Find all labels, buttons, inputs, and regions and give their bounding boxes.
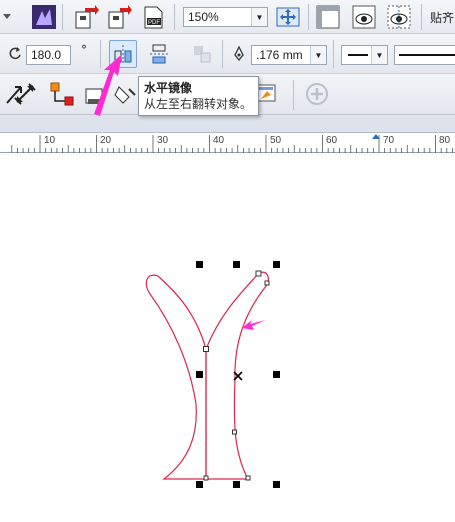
mirror-vertical-button[interactable] xyxy=(145,40,173,68)
full-screen-preview-icon[interactable] xyxy=(274,3,302,31)
guidelines-icon[interactable] xyxy=(385,3,413,31)
outline-width-combo[interactable]: .176 mm ▼ xyxy=(251,45,327,65)
property-bar: 180.0 ° .176 mm ▼ ▼ xyxy=(0,34,455,74)
mirror-vertical-icon xyxy=(150,44,168,64)
zoom-level-combo[interactable]: 150% ▼ xyxy=(183,7,268,27)
zoom-level-value: 150% xyxy=(188,10,219,24)
ruler-label: 70 xyxy=(383,135,395,146)
node-handle[interactable] xyxy=(245,475,251,481)
line-start-preview xyxy=(348,54,368,56)
toolbar-separator xyxy=(421,4,422,30)
node-handle[interactable] xyxy=(203,346,209,352)
ruler-label: 10 xyxy=(44,135,56,146)
clear-transform-icon xyxy=(194,46,211,63)
node-handle[interactable] xyxy=(264,280,270,286)
tooltip-description: 从左至右翻转对象。 xyxy=(144,97,253,111)
ruler-band xyxy=(0,115,455,133)
export-pdf-icon[interactable]: PDF xyxy=(140,3,168,31)
rotation-angle-value: 180.0 xyxy=(31,48,62,62)
ruler-label: 80 xyxy=(439,135,451,146)
outline-pen-icon xyxy=(232,45,246,62)
import-icon[interactable] xyxy=(72,3,100,31)
ruler-label: 40 xyxy=(213,135,225,146)
toolbar-separator xyxy=(308,4,309,30)
line-style-combo[interactable] xyxy=(394,45,455,65)
ruler-label: 60 xyxy=(326,135,338,146)
pointer-arrow-icon xyxy=(94,54,122,116)
toolbar-separator xyxy=(293,80,294,110)
toolbar-separator xyxy=(174,4,175,30)
chevron-down-icon[interactable]: ▼ xyxy=(371,46,387,64)
add-icon[interactable] xyxy=(303,80,331,108)
dimension-tool-icon[interactable] xyxy=(11,80,39,108)
drawing-surface xyxy=(145,261,280,488)
node-handle[interactable] xyxy=(203,475,209,481)
start-arrow-combo[interactable]: ▼ xyxy=(341,45,388,65)
chevron-down-icon[interactable]: ▼ xyxy=(310,46,326,64)
mirror-horizontal-tooltip: 水平镜像 从左至右翻转对象。 xyxy=(138,76,259,116)
rotation-angle-input[interactable]: 180.0 xyxy=(26,45,71,65)
horizontal-ruler[interactable]: 10 20 30 40 50 60 70 80 xyxy=(0,133,455,153)
node-handle[interactable] xyxy=(232,429,237,435)
rotation-unit: ° xyxy=(81,43,87,57)
toolbar-separator xyxy=(222,40,223,68)
view-icon[interactable] xyxy=(350,3,378,31)
dropdown-icon[interactable] xyxy=(0,3,14,31)
connector-tool-icon[interactable] xyxy=(48,80,76,108)
outline-width-value: .176 mm xyxy=(256,48,303,62)
toolbar-separator xyxy=(333,40,334,68)
clear-transform-button[interactable] xyxy=(188,40,216,68)
drawing-canvas[interactable] xyxy=(0,154,455,522)
export-icon[interactable] xyxy=(105,3,133,31)
node-handle[interactable] xyxy=(255,270,262,277)
svg-text:PDF: PDF xyxy=(148,20,160,26)
rulers-icon[interactable] xyxy=(314,3,342,31)
chevron-down-icon[interactable]: ▼ xyxy=(251,8,267,26)
snap-to-label[interactable]: 贴齐 xyxy=(430,9,454,26)
corel-logo-icon[interactable] xyxy=(30,3,58,31)
ruler-label: 50 xyxy=(270,135,282,146)
standard-toolbar: PDF 150% ▼ 贴齐 xyxy=(0,0,455,34)
selection-handles[interactable] xyxy=(196,261,280,488)
tooltip-title: 水平镜像 xyxy=(144,81,193,95)
ruler-label: 20 xyxy=(100,135,112,146)
line-style-preview xyxy=(399,54,455,56)
ruler-label: 30 xyxy=(157,135,169,146)
toolbar-separator xyxy=(62,4,63,30)
rotation-icon xyxy=(8,46,22,60)
